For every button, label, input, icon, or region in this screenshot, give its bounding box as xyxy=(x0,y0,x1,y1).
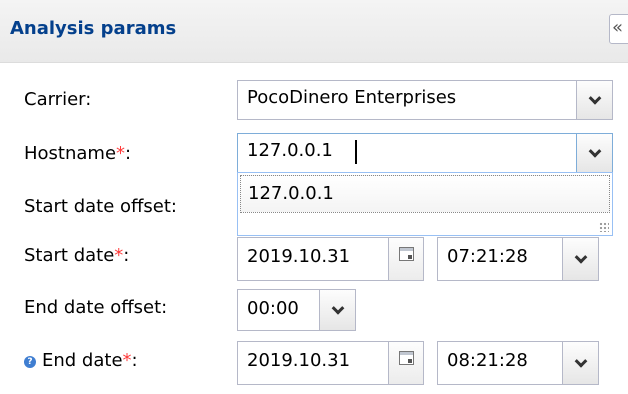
collapse-panel-button[interactable]: « xyxy=(609,14,628,44)
double-chevron-left-icon: « xyxy=(612,17,624,38)
end-date-offset-select[interactable]: 00:00 xyxy=(237,289,356,331)
panel-header: Analysis params « xyxy=(0,0,628,63)
label-colon: : xyxy=(125,143,132,164)
hostname-dropdown-list: 127.0.0.1 xyxy=(237,172,613,236)
hostname-combobox[interactable]: 127.0.0.1 xyxy=(237,133,613,173)
hostname-option-label: 127.0.0.1 xyxy=(248,183,334,204)
start-date-input[interactable]: 2019.10.31 xyxy=(237,237,424,281)
hostname-label-text: Hostname xyxy=(24,143,117,164)
end-date-input[interactable]: 2019.10.31 xyxy=(237,341,424,385)
start-time-select[interactable]: 07:21:28 xyxy=(437,237,599,281)
chevron-down-icon xyxy=(588,91,601,105)
label-colon: : xyxy=(123,245,130,266)
start-time-value: 07:21:28 xyxy=(447,246,528,267)
start-date-label: Start date*: xyxy=(24,245,129,266)
end-date-label: ? End date*: xyxy=(24,350,138,371)
resize-grip-icon[interactable] xyxy=(599,222,609,232)
start-date-value: 2019.10.31 xyxy=(247,246,351,267)
carrier-label: Carrier: xyxy=(24,89,92,110)
required-mark: * xyxy=(116,143,126,164)
hostname-dropdown-trigger[interactable] xyxy=(576,133,613,173)
panel-title: Analysis params xyxy=(10,18,177,39)
start-date-offset-label: Start date offset: xyxy=(24,196,177,217)
chevron-down-icon xyxy=(574,354,587,368)
chevron-down-icon xyxy=(588,144,601,158)
required-mark: * xyxy=(122,350,132,371)
end-date-value: 2019.10.31 xyxy=(247,350,351,371)
start-date-label-text: Start date xyxy=(24,245,115,266)
end-date-offset-dropdown-trigger[interactable] xyxy=(319,289,356,331)
hostname-value: 127.0.0.1 xyxy=(247,140,333,161)
end-date-picker-button[interactable] xyxy=(388,341,424,385)
end-date-label-text: End date xyxy=(42,350,123,371)
hostname-option[interactable]: 127.0.0.1 xyxy=(240,175,610,213)
hostname-label: Hostname*: xyxy=(24,143,131,164)
chevron-down-icon xyxy=(331,301,344,315)
carrier-dropdown-trigger[interactable] xyxy=(576,80,613,120)
carrier-value: PocoDinero Enterprises xyxy=(247,87,457,108)
end-time-dropdown-trigger[interactable] xyxy=(562,341,599,385)
end-date-offset-label: End date offset: xyxy=(24,297,168,318)
chevron-down-icon xyxy=(574,250,587,264)
required-mark: * xyxy=(114,245,124,266)
start-date-picker-button[interactable] xyxy=(388,237,424,281)
help-icon[interactable]: ? xyxy=(24,356,36,368)
end-time-value: 08:21:28 xyxy=(447,350,528,371)
carrier-select[interactable]: PocoDinero Enterprises xyxy=(237,80,613,120)
start-time-dropdown-trigger[interactable] xyxy=(562,237,599,281)
text-caret xyxy=(355,140,357,164)
calendar-icon xyxy=(399,247,414,261)
end-date-offset-value: 00:00 xyxy=(247,298,299,319)
calendar-icon xyxy=(399,351,414,365)
end-time-select[interactable]: 08:21:28 xyxy=(437,341,599,385)
label-colon: : xyxy=(131,350,138,371)
